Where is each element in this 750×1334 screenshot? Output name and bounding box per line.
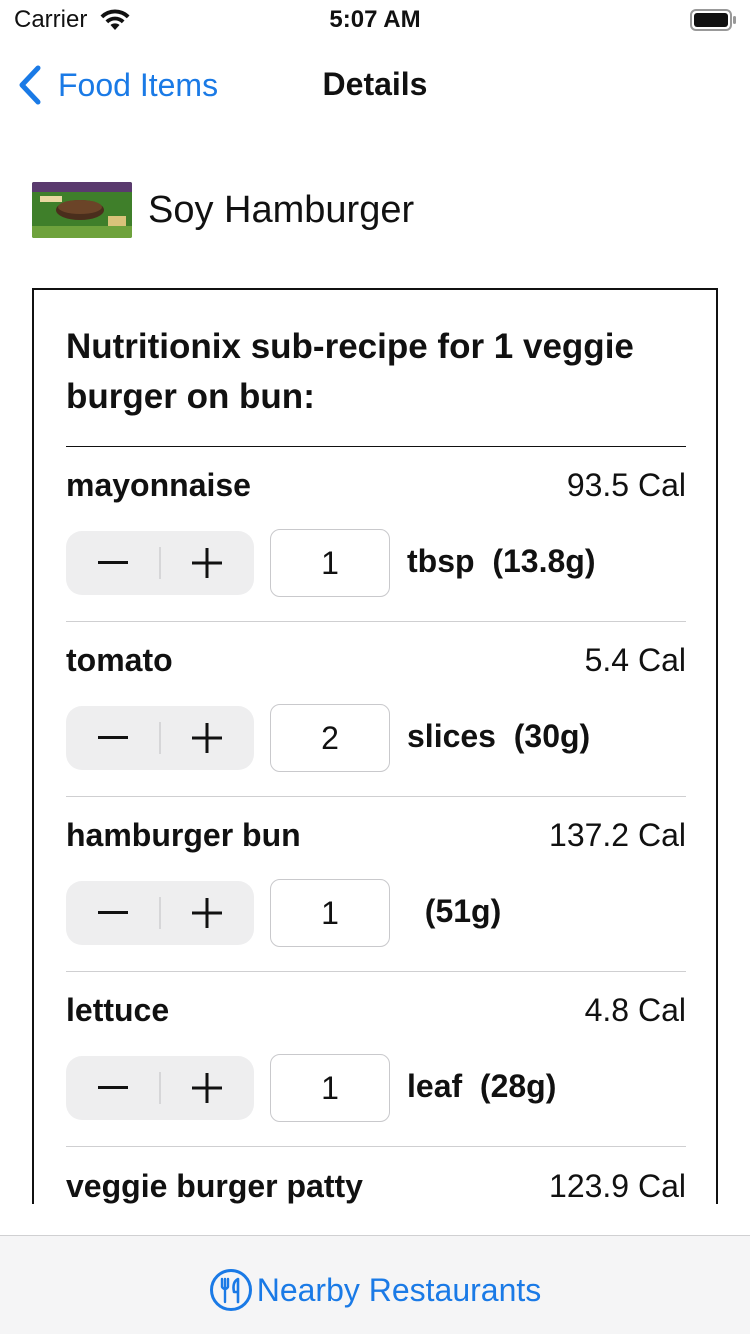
fork-knife-icon <box>209 1269 252 1311</box>
decrement-button[interactable] <box>66 881 160 945</box>
minus-icon <box>98 911 128 914</box>
decrement-button[interactable] <box>66 706 160 770</box>
food-header: Soy Hamburger <box>32 178 414 242</box>
decrement-button[interactable] <box>66 531 160 595</box>
quantity-stepper <box>66 1056 254 1120</box>
serving-unit-label: slices (30g) <box>407 718 591 754</box>
recipe-card: Nutritionix sub-recipe for 1 veggie burg… <box>32 288 718 1204</box>
nearby-restaurants-button[interactable]: Nearby Restaurants <box>0 1266 750 1314</box>
ingredient-name: tomato <box>66 642 173 678</box>
back-button[interactable]: Food Items <box>16 62 218 108</box>
quantity-stepper <box>66 881 254 945</box>
battery-icon <box>690 9 736 31</box>
minus-icon <box>98 736 128 739</box>
quantity-field[interactable] <box>270 1054 390 1122</box>
serving-unit-label: tbsp (13.8g) <box>407 543 596 579</box>
increment-button[interactable] <box>160 531 254 595</box>
ingredient-row: mayonnaise 93.5 Cal tbsp (13.8g) <box>66 447 686 623</box>
increment-button[interactable] <box>160 706 254 770</box>
serving-unit-label: leaf (28g) <box>407 1068 557 1104</box>
chevron-left-icon <box>19 65 41 105</box>
ingredient-row: hamburger bun 137.2 Cal (51g) <box>66 797 686 973</box>
quantity-stepper <box>66 706 254 770</box>
status-time: 5:07 AM <box>329 6 421 33</box>
ingredient-name: lettuce <box>66 992 170 1028</box>
ingredient-name: hamburger bun <box>66 817 301 853</box>
serving-unit-label: (51g) <box>407 893 502 929</box>
ingredient-calories: 123.9 Cal <box>549 1168 686 1204</box>
quantity-field[interactable] <box>270 529 390 597</box>
ingredient-row: tomato 5.4 Cal slices (30g) <box>66 622 686 798</box>
ingredient-name: mayonnaise <box>66 467 251 503</box>
navigation-bar: Details Food Items <box>0 40 750 128</box>
ingredient-calories: 137.2 Cal <box>549 817 686 853</box>
quantity-field[interactable] <box>270 879 390 947</box>
recipe-title: Nutritionix sub-recipe for 1 veggie burg… <box>66 327 634 416</box>
bottom-toolbar: Nearby Restaurants <box>0 1235 750 1334</box>
plus-icon <box>192 898 222 928</box>
food-name: Soy Hamburger <box>148 188 415 231</box>
ingredient-row: veggie burger patty 123.9 Cal <box>66 1148 686 1204</box>
ingredient-calories: 5.4 Cal <box>584 642 686 678</box>
plus-icon <box>192 1073 222 1103</box>
ingredient-calories: 4.8 Cal <box>584 992 686 1028</box>
increment-button[interactable] <box>160 1056 254 1120</box>
increment-button[interactable] <box>160 881 254 945</box>
minus-icon <box>98 1086 128 1089</box>
plus-icon <box>192 548 222 578</box>
back-button-label: Food Items <box>58 66 219 103</box>
ingredient-calories: 93.5 Cal <box>566 467 686 503</box>
ingredient-name: veggie burger patty <box>66 1168 363 1204</box>
quantity-field[interactable] <box>270 704 390 772</box>
status-bar: Carrier 5:07 AM <box>0 0 750 40</box>
ingredient-row: lettuce 4.8 Cal leaf (28g) <box>66 972 686 1148</box>
food-photo-icon <box>32 182 132 238</box>
plus-icon <box>192 723 222 753</box>
minus-icon <box>98 561 128 564</box>
decrement-button[interactable] <box>66 1056 160 1120</box>
quantity-stepper <box>66 531 254 595</box>
nearby-restaurants-label: Nearby Restaurants <box>256 1271 542 1308</box>
ingredient-divider <box>66 1146 686 1147</box>
